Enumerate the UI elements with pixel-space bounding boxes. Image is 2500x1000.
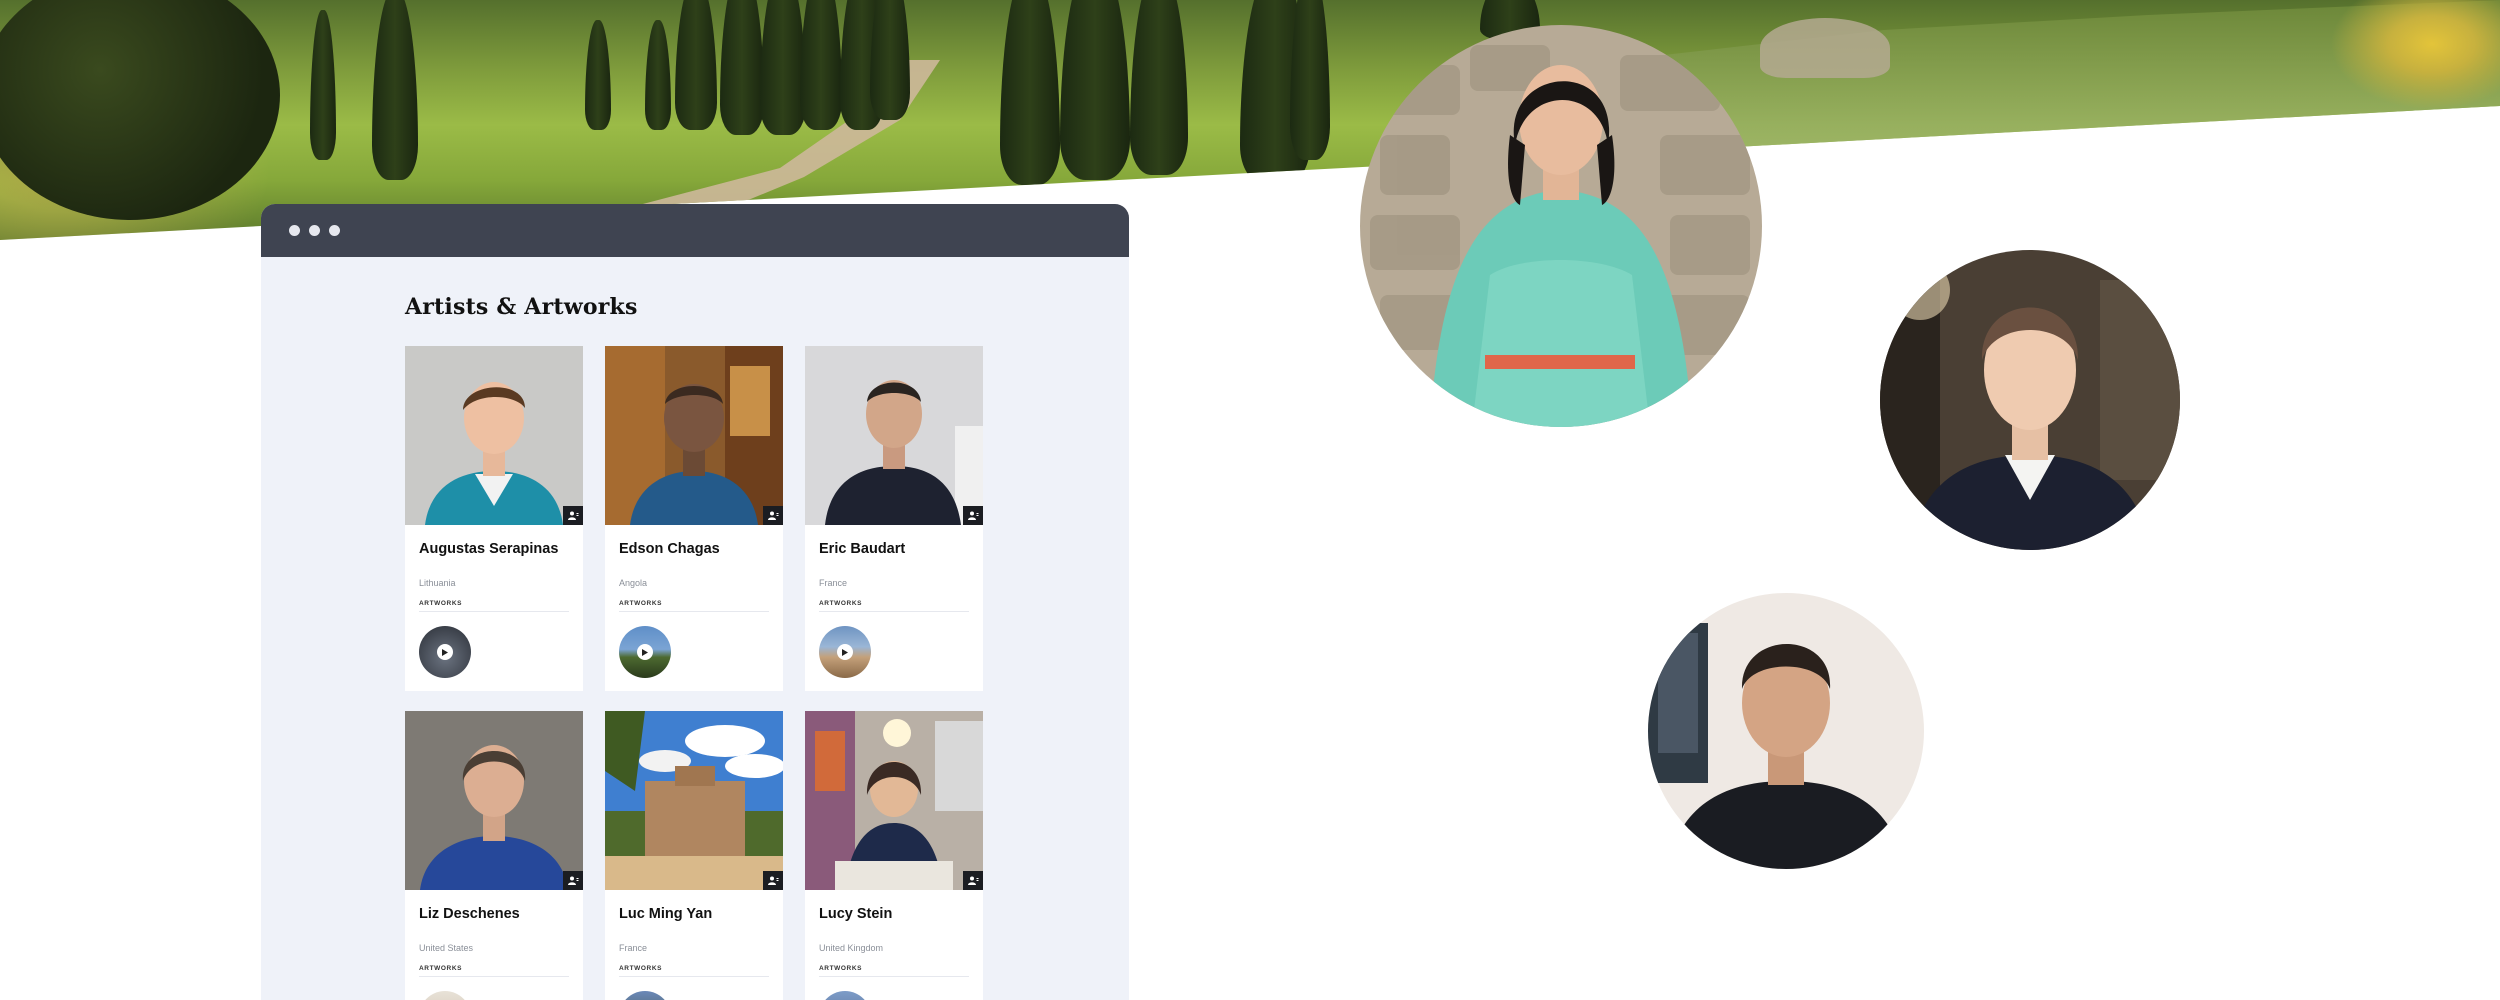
page-title: Artists & Artworks xyxy=(405,294,638,320)
artist-country: France xyxy=(619,943,648,953)
artist-photo[interactable] xyxy=(605,711,783,890)
artist-name[interactable]: Luc Ming Yan xyxy=(619,906,712,922)
artist-country: United Kingdom xyxy=(819,943,884,953)
artist-photo[interactable] xyxy=(805,346,983,525)
window-control-dot-icon[interactable] xyxy=(289,225,300,236)
artworks-label: ARTWORKS xyxy=(619,965,663,972)
divider xyxy=(819,611,969,612)
artwork-thumbnail[interactable] xyxy=(419,626,471,678)
artworks-label: ARTWORKS xyxy=(819,965,863,972)
artworks-label: ARTWORKS xyxy=(819,600,863,607)
artwork-thumbnail[interactable] xyxy=(619,991,671,1000)
artworks-label: ARTWORKS xyxy=(619,600,663,607)
artist-photo[interactable] xyxy=(405,711,583,890)
artist-country: Lithuania xyxy=(419,578,456,588)
artist-photo[interactable] xyxy=(605,346,783,525)
artist-card[interactable]: Luc Ming Yan France ARTWORKS xyxy=(605,711,783,1000)
divider xyxy=(419,611,569,612)
artist-name[interactable]: Lucy Stein xyxy=(819,906,892,922)
divider xyxy=(619,611,769,612)
artist-name[interactable]: Augustas Serapinas xyxy=(419,541,558,557)
artist-photo[interactable] xyxy=(405,346,583,525)
artwork-thumbnail[interactable] xyxy=(819,626,871,678)
artist-card[interactable]: Liz Deschenes United States ARTWORKS xyxy=(405,711,583,1000)
artwork-thumbnail[interactable] xyxy=(819,991,871,1000)
artworks-label: ARTWORKS xyxy=(419,965,463,972)
portrait-woman-dark-blazer xyxy=(1880,250,2180,550)
user-icon xyxy=(763,506,783,525)
artwork-thumbnail[interactable] xyxy=(619,626,671,678)
divider xyxy=(419,976,569,977)
artist-name[interactable]: Liz Deschenes xyxy=(419,906,520,922)
artwork-thumbnail[interactable] xyxy=(419,991,471,1000)
user-icon xyxy=(963,506,983,525)
divider xyxy=(619,976,769,977)
artist-card[interactable]: Augustas Serapinas Lithuania ARTWORKS xyxy=(405,346,583,691)
user-icon xyxy=(563,871,583,890)
artworks-label: ARTWORKS xyxy=(419,600,463,607)
window-control-dot-icon[interactable] xyxy=(309,225,320,236)
artist-country: United States xyxy=(419,943,474,953)
user-icon xyxy=(763,871,783,890)
artist-card[interactable]: Eric Baudart France ARTWORKS xyxy=(805,346,983,691)
browser-window: Artists & Artworks Augustas Serapinas Li… xyxy=(261,204,1129,1000)
artist-name[interactable]: Eric Baudart xyxy=(819,541,905,557)
artist-card[interactable]: Edson Chagas Angola ARTWORKS xyxy=(605,346,783,691)
artist-country: Angola xyxy=(619,578,648,588)
artist-card[interactable]: Lucy Stein United Kingdom ARTWORKS xyxy=(805,711,983,1000)
portrait-woman-green-dress xyxy=(1360,25,1762,427)
play-icon xyxy=(637,644,653,660)
play-icon xyxy=(837,644,853,660)
user-icon xyxy=(563,506,583,525)
window-control-dot-icon[interactable] xyxy=(329,225,340,236)
portrait-man-dark-shirt xyxy=(1648,593,1924,869)
divider xyxy=(819,976,969,977)
artist-name[interactable]: Edson Chagas xyxy=(619,541,720,557)
play-icon xyxy=(437,644,453,660)
artist-photo[interactable] xyxy=(805,711,983,890)
browser-title-bar xyxy=(261,204,1129,257)
artist-country: France xyxy=(819,578,848,588)
user-icon xyxy=(963,871,983,890)
